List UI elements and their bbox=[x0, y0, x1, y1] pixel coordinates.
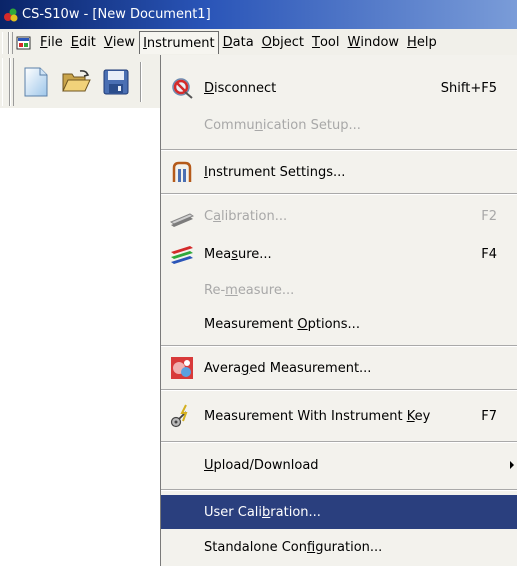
menu-document-icon[interactable] bbox=[13, 32, 36, 54]
disconnect-icon bbox=[170, 76, 194, 100]
shortcut-calibration: F2 bbox=[481, 208, 497, 224]
menubar-grip[interactable] bbox=[2, 31, 9, 54]
menu-separator bbox=[161, 489, 517, 491]
menu-window[interactable]: Window bbox=[343, 32, 403, 54]
instrument-menu-dropdown: Disconnect Shift+F5 Communication Setup.… bbox=[160, 55, 517, 566]
shortcut-disconnect: Shift+F5 bbox=[440, 80, 497, 96]
menu-item-measure[interactable]: Measure... F4 bbox=[161, 237, 517, 271]
menu-instrument[interactable]: Instrument bbox=[139, 31, 219, 54]
menu-item-standalone-configuration[interactable]: Standalone Configuration... bbox=[161, 530, 517, 564]
menu-file[interactable]: File bbox=[36, 32, 67, 54]
menu-item-averaged-measurement[interactable]: Averaged Measurement... bbox=[161, 351, 517, 385]
menu-item-user-calibration[interactable]: User Calibration... bbox=[161, 495, 517, 529]
averaged-measurement-icon bbox=[170, 356, 194, 380]
toolbar-separator bbox=[140, 62, 142, 102]
new-document-button[interactable] bbox=[18, 64, 54, 100]
title-bar: CS-S10w - [New Document1] bbox=[0, 0, 517, 29]
toolbar-grip[interactable] bbox=[2, 58, 10, 106]
window-title: CS-S10w - [New Document1] bbox=[22, 7, 211, 22]
menu-item-disconnect[interactable]: Disconnect Shift+F5 bbox=[161, 71, 517, 105]
menu-help[interactable]: Help bbox=[403, 32, 441, 54]
open-folder-button[interactable] bbox=[58, 64, 94, 100]
menu-bar: File Edit View Instrument Data Object To… bbox=[0, 29, 517, 56]
menu-item-measurement-options[interactable]: Measurement Options... bbox=[161, 307, 517, 341]
shortcut-measure: F4 bbox=[481, 246, 497, 262]
submenu-arrow-icon bbox=[510, 461, 514, 469]
menu-separator bbox=[161, 441, 517, 443]
save-disk-icon bbox=[103, 69, 129, 95]
save-button[interactable] bbox=[98, 64, 134, 100]
menu-item-upload-download[interactable]: Upload/Download bbox=[161, 448, 517, 482]
instrument-settings-icon bbox=[170, 160, 194, 184]
toolbar bbox=[0, 56, 160, 108]
toolbar-grip-2 bbox=[10, 58, 14, 106]
menu-view[interactable]: View bbox=[100, 32, 139, 54]
menu-object[interactable]: Object bbox=[258, 32, 308, 54]
menu-tool[interactable]: Tool bbox=[308, 32, 343, 54]
menu-separator bbox=[161, 389, 517, 391]
menu-item-calibration[interactable]: Calibration... F2 bbox=[161, 199, 517, 233]
open-folder-icon bbox=[62, 70, 91, 92]
menu-separator bbox=[161, 345, 517, 347]
instrument-key-icon bbox=[170, 404, 194, 428]
menu-item-communication-setup[interactable]: Communication Setup... bbox=[161, 108, 517, 142]
calibration-icon bbox=[169, 204, 195, 228]
menu-item-remeasure[interactable]: Re-measure... bbox=[161, 273, 517, 307]
measure-icon bbox=[170, 242, 194, 266]
new-document-icon bbox=[24, 67, 48, 97]
menu-item-measurement-with-instrument-key[interactable]: Measurement With Instrument Key F7 bbox=[161, 399, 517, 433]
app-icon bbox=[3, 7, 19, 23]
menu-separator bbox=[161, 149, 517, 151]
shortcut-instrument-key: F7 bbox=[481, 408, 497, 424]
menu-data[interactable]: Data bbox=[219, 32, 258, 54]
menu-separator bbox=[161, 193, 517, 195]
menu-edit[interactable]: Edit bbox=[67, 32, 100, 54]
menu-item-instrument-settings[interactable]: Instrument Settings... bbox=[161, 155, 517, 189]
